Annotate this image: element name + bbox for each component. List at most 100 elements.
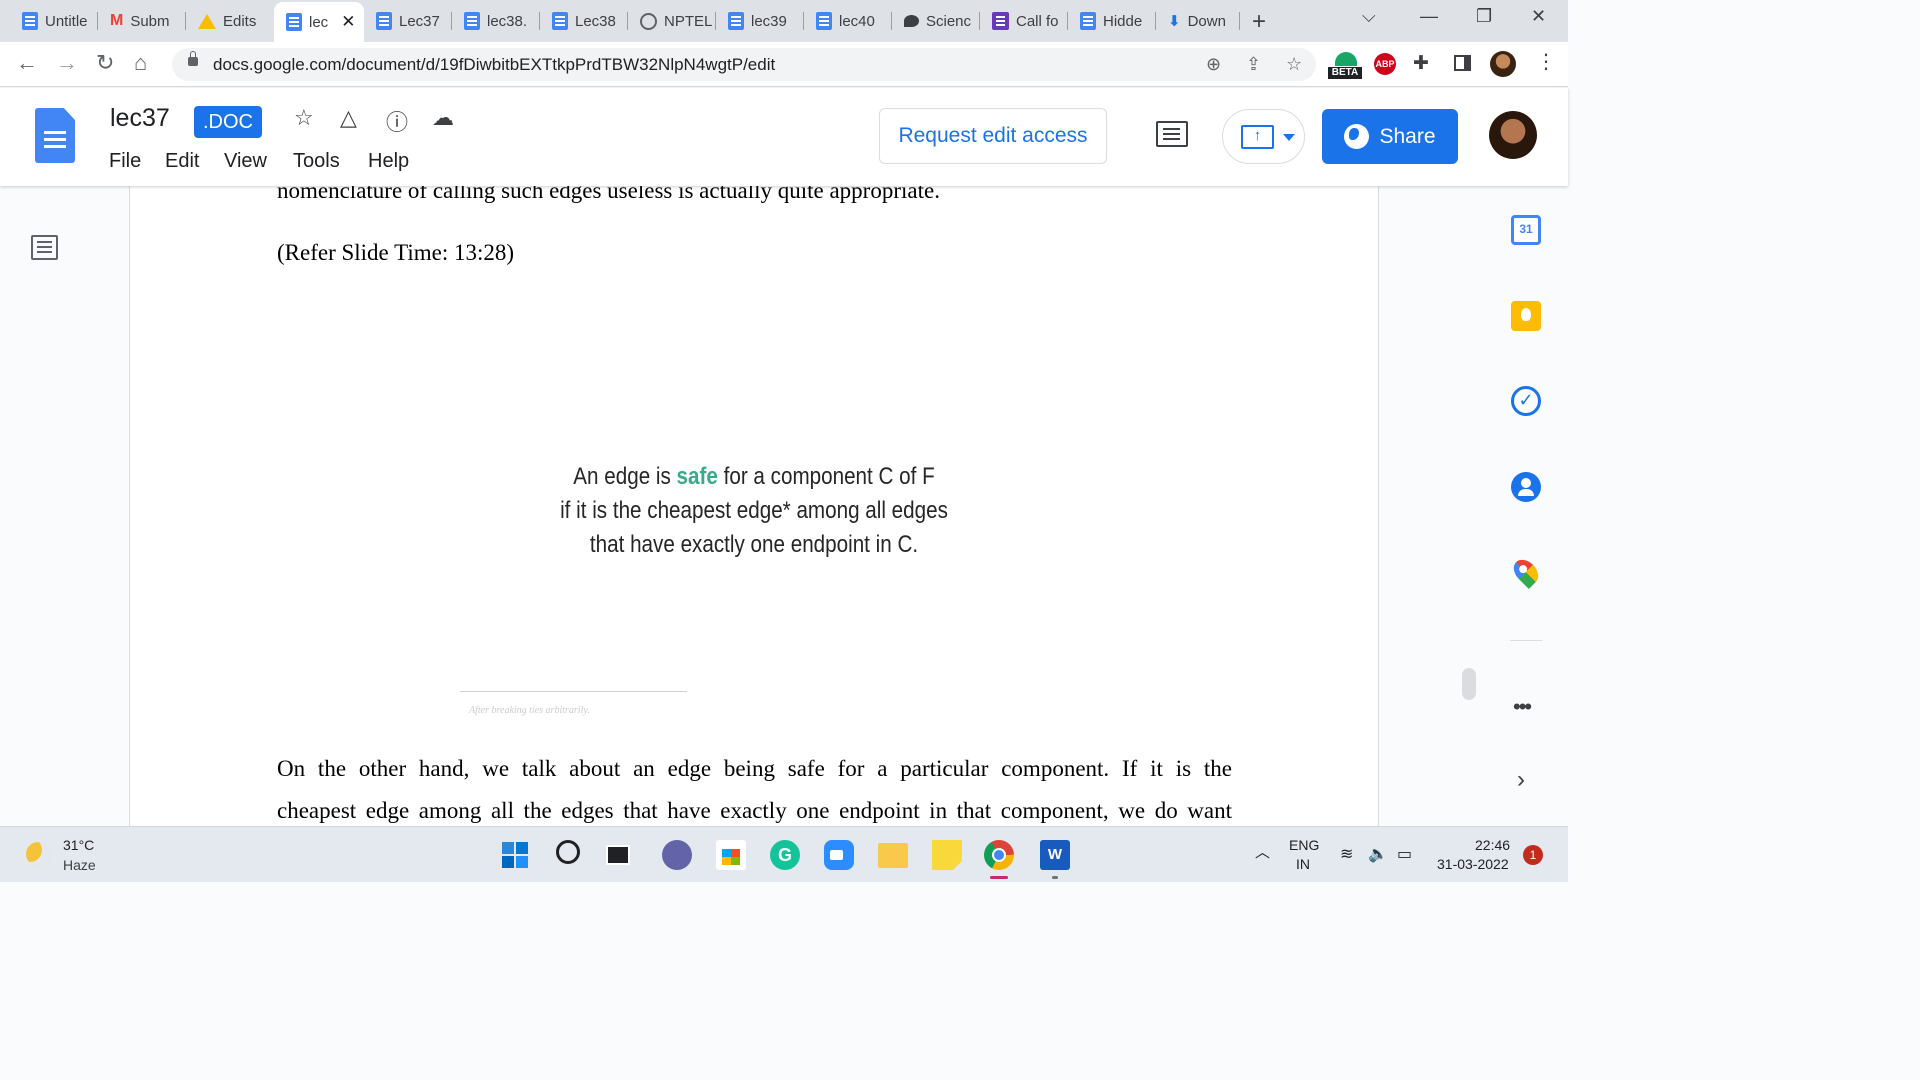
account-avatar[interactable]: [1489, 111, 1537, 159]
browser-tab[interactable]: lec39: [716, 6, 804, 36]
weather-temperature[interactable]: 31°C: [63, 837, 94, 853]
notification-badge[interactable]: 1: [1523, 845, 1543, 865]
present-arrow-icon: ↑: [1241, 125, 1274, 149]
side-panel-icon[interactable]: [1454, 55, 1471, 71]
slide-line-2: if it is the cheapest edge* among all ed…: [560, 497, 948, 524]
browser-toolbar: ← → ↻ ⌂ docs.google.com/document/d/19fDi…: [0, 42, 1568, 87]
weather-description[interactable]: Haze: [63, 857, 96, 873]
present-button[interactable]: ↑: [1222, 109, 1305, 164]
browser-tab-active[interactable]: lec ✕: [274, 2, 364, 42]
teams-chat-icon[interactable]: [662, 840, 692, 870]
close-window-button[interactable]: ✕: [1531, 6, 1546, 27]
grammarly-icon[interactable]: G: [770, 840, 800, 870]
clock-time[interactable]: 22:46: [1475, 837, 1510, 853]
document-text-line: cheapest edge among all the edges that h…: [277, 798, 1232, 823]
browser-tab[interactable]: NPTEL: [628, 6, 716, 36]
volume-icon[interactable]: 🔈: [1368, 844, 1388, 864]
wifi-icon[interactable]: ≋: [1340, 844, 1353, 864]
request-edit-access-button[interactable]: Request edit access: [879, 108, 1107, 164]
document-page[interactable]: nomenclature of calling such edges usele…: [129, 186, 1379, 826]
url-text[interactable]: docs.google.com/document/d/19fDiwbitbEXT…: [213, 55, 775, 75]
task-view-icon[interactable]: [606, 845, 630, 865]
windows-start-icon[interactable]: [500, 840, 530, 870]
browser-tab[interactable]: Untitle: [10, 6, 98, 36]
side-panel: 31 ✓ ••• ›: [1494, 186, 1568, 826]
google-docs-logo[interactable]: [35, 108, 75, 163]
forms-icon: [992, 12, 1009, 30]
menu-file[interactable]: File: [109, 150, 141, 173]
globe-icon: [640, 12, 657, 30]
word-icon[interactable]: W: [1040, 840, 1070, 870]
browser-tab[interactable]: M Subm: [98, 6, 186, 36]
tasks-icon[interactable]: ✓: [1511, 386, 1541, 416]
expand-panel-chevron-icon[interactable]: ›: [1517, 766, 1525, 794]
browser-tab[interactable]: Lec38: [540, 6, 628, 36]
microsoft-store-icon[interactable]: [716, 840, 746, 870]
keep-icon[interactable]: [1511, 301, 1541, 331]
docs-icon: [22, 12, 38, 30]
more-addons-icon[interactable]: •••: [1513, 694, 1532, 720]
browser-tab[interactable]: ⬇ Down: [1156, 6, 1240, 36]
lock-icon[interactable]: [188, 51, 198, 66]
browser-tab[interactable]: Call fo: [980, 6, 1068, 36]
chrome-icon[interactable]: [984, 840, 1014, 870]
battery-icon[interactable]: ▭: [1397, 844, 1412, 864]
close-tab-icon[interactable]: ✕: [341, 12, 355, 32]
share-button[interactable]: Share: [1322, 109, 1458, 164]
restore-button[interactable]: ❐: [1476, 6, 1492, 27]
docs-icon: [728, 12, 744, 30]
browser-tab[interactable]: lec40: [804, 6, 892, 36]
reload-icon[interactable]: ↻: [96, 50, 114, 76]
search-icon[interactable]: [556, 840, 580, 864]
adblock-plus-icon[interactable]: ABP: [1374, 53, 1396, 75]
slide-footnote-rule: [460, 691, 687, 692]
document-outline-icon[interactable]: [31, 235, 58, 260]
back-arrow-icon[interactable]: ←: [16, 50, 38, 76]
address-bar[interactable]: docs.google.com/document/d/19fDiwbitbEXT…: [172, 48, 1316, 81]
zoom-app-icon[interactable]: [824, 840, 854, 870]
contacts-icon[interactable]: [1511, 472, 1541, 502]
menu-help[interactable]: Help: [368, 150, 409, 173]
new-tab-button[interactable]: +: [1252, 8, 1266, 36]
info-icon[interactable]: ⓘ: [386, 105, 408, 137]
browser-tab[interactable]: Hidde: [1068, 6, 1156, 36]
maps-icon[interactable]: [1509, 555, 1543, 589]
browser-tab-strip: Untitle M Subm Edits lec ✕ Lec37 lec38. Le…: [0, 0, 1568, 42]
globe-icon: [1344, 124, 1370, 149]
comment-history-icon[interactable]: [1156, 121, 1188, 147]
zoom-icon[interactable]: ⊕: [1206, 54, 1221, 75]
forward-arrow-icon[interactable]: →: [56, 50, 78, 76]
star-icon[interactable]: ☆: [294, 105, 314, 131]
language-indicator[interactable]: ENG: [1289, 837, 1319, 853]
document-title[interactable]: lec37: [110, 104, 170, 133]
share-page-icon[interactable]: ⇪: [1246, 54, 1261, 75]
bookmark-star-icon[interactable]: ☆: [1286, 54, 1302, 75]
tab-search-chevron-icon[interactable]: ⌵: [1362, 6, 1376, 27]
browser-menu-icon[interactable]: ⋮: [1536, 49, 1556, 74]
language-region[interactable]: IN: [1296, 856, 1310, 872]
scrollbar-thumb[interactable]: [1462, 668, 1476, 700]
minimize-button[interactable]: —: [1420, 6, 1438, 27]
clock-date[interactable]: 31-03-2022: [1437, 856, 1509, 872]
browser-tab[interactable]: lec38.: [452, 6, 540, 36]
file-explorer-icon[interactable]: [878, 843, 908, 868]
menu-tools[interactable]: Tools: [293, 150, 340, 173]
browser-tab[interactable]: Lec37: [364, 6, 452, 36]
beta-extension-icon[interactable]: BETA: [1328, 52, 1362, 80]
share-label: Share: [1379, 124, 1436, 148]
add-shortcut-drive-icon[interactable]: △: [340, 105, 357, 131]
browser-tab[interactable]: Scienc: [892, 6, 980, 36]
home-icon[interactable]: ⌂: [134, 50, 147, 76]
extensions-puzzle-icon[interactable]: ✚: [1413, 52, 1429, 75]
menu-view[interactable]: View: [224, 150, 267, 173]
menu-edit[interactable]: Edit: [165, 150, 199, 173]
weather-moon-icon[interactable]: [26, 842, 50, 866]
sticky-notes-icon[interactable]: [932, 840, 962, 870]
docs-icon: [376, 12, 392, 30]
profile-avatar[interactable]: [1490, 51, 1516, 77]
browser-tab[interactable]: Edits: [186, 6, 274, 36]
tray-overflow-chevron-icon[interactable]: ︿: [1255, 841, 1270, 862]
calendar-icon[interactable]: 31: [1511, 215, 1541, 245]
document-text-line: nomenclature of calling such edges usele…: [277, 186, 940, 203]
cloud-status-icon[interactable]: ☁: [432, 105, 454, 131]
